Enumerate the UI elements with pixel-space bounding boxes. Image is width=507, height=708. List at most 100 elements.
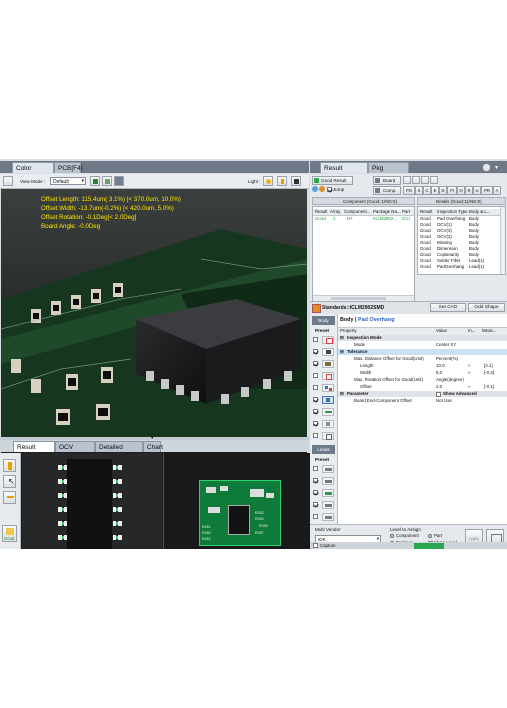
- filter-pi[interactable]: PI: [447, 186, 457, 195]
- property-value[interactable]: Angle(degree): [436, 377, 466, 383]
- tab-chart[interactable]: Chart: [143, 441, 163, 452]
- polarity-icon[interactable]: [322, 372, 334, 380]
- collapse-icon[interactable]: ⊟: [340, 335, 346, 341]
- property-row[interactable]: Board End-Component Offset Not Use: [338, 398, 507, 404]
- preset-checkbox[interactable]: [313, 421, 318, 426]
- filter-po[interactable]: PO: [403, 186, 415, 195]
- lead-checkbox[interactable]: [313, 514, 318, 519]
- ruler-icon[interactable]: [412, 176, 420, 184]
- filter-d[interactable]: D: [439, 186, 447, 195]
- details-table[interactable]: Result Inspection Type Body & L... Good P…: [417, 206, 506, 275]
- section-parameter[interactable]: ⊟ Parameter Show Advanced: [338, 391, 507, 397]
- preset-checkbox[interactable]: [313, 337, 318, 342]
- property-row[interactable]: Width 5.0» [-0.2]: [338, 370, 507, 376]
- tab-result-info[interactable]: Result Info[F5]: [320, 162, 368, 183]
- property-row[interactable]: Max. Rotation Offset for Good(Unit) Angle…: [338, 377, 507, 383]
- measure-tool-icon[interactable]: [3, 491, 16, 504]
- table-row[interactable]: Good PadOverhang Lead(1): [418, 264, 505, 270]
- tab-pkg-edit[interactable]: Pkg Edit[F5]: [368, 162, 409, 183]
- good-result-button[interactable]: Good Result: [312, 176, 353, 185]
- pointer-tool-icon[interactable]: ↖: [3, 475, 16, 488]
- odd-shape-button[interactable]: Odd Shape: [468, 303, 505, 312]
- section-inspection-mode[interactable]: ⊟ Inspection Mode: [338, 335, 507, 341]
- part-radio[interactable]: [428, 534, 432, 538]
- filter-o[interactable]: O: [457, 186, 465, 195]
- check-icon[interactable]: [403, 176, 411, 184]
- body-tab[interactable]: Body: [312, 316, 335, 325]
- 2d-view-icon[interactable]: [102, 176, 112, 186]
- breadcrumb-body[interactable]: Body: [340, 317, 353, 323]
- vertical-scrollbar[interactable]: [500, 207, 505, 274]
- filter-icon[interactable]: [421, 176, 429, 184]
- lead-tool-icon[interactable]: [322, 513, 334, 521]
- save-icon[interactable]: [291, 176, 301, 186]
- board-button[interactable]: Board: [373, 176, 401, 185]
- property-value[interactable]: Center XY: [436, 342, 466, 348]
- view-select-icon[interactable]: [3, 176, 13, 186]
- prev-icon[interactable]: [312, 186, 318, 192]
- missing-icon[interactable]: [322, 348, 334, 356]
- tab-detailed-result[interactable]: Detailed Result: [95, 441, 143, 462]
- pad-overhang-icon[interactable]: [322, 396, 334, 404]
- lead-checkbox[interactable]: [313, 502, 318, 507]
- table-row[interactable]: Good 1 N7 ICLM2902... ICLI: [313, 216, 414, 222]
- property-row[interactable]: Offset 2.0» [-0.1]: [338, 384, 507, 390]
- user-icon[interactable]: [482, 163, 491, 172]
- inspection-icon[interactable]: [322, 336, 334, 344]
- collapse-icon[interactable]: ⊟: [340, 391, 346, 397]
- lead-tool-icon[interactable]: [322, 501, 334, 509]
- jump-checkbox[interactable]: [327, 187, 332, 192]
- leads-tab[interactable]: Leads: [312, 445, 335, 454]
- board-view-icon[interactable]: [90, 176, 100, 186]
- preset-checkbox[interactable]: [313, 373, 318, 378]
- filter-a[interactable]: A: [493, 186, 501, 195]
- lead-tool-icon[interactable]: [322, 465, 334, 473]
- collapse-icon[interactable]: ⊟: [340, 349, 346, 355]
- filter-s[interactable]: S: [415, 186, 423, 195]
- property-value[interactable]: 2.0: [436, 384, 466, 390]
- filter-pr[interactable]: PR: [481, 186, 493, 195]
- property-value[interactable]: Percent(%): [436, 356, 466, 362]
- component-radio[interactable]: [390, 534, 394, 538]
- hand-tool-icon[interactable]: [3, 459, 16, 472]
- lead-tool-icon[interactable]: [322, 489, 334, 497]
- coplanarity-icon[interactable]: [322, 420, 334, 428]
- preset-checkbox[interactable]: [313, 361, 318, 366]
- property-value[interactable]: Not Use: [436, 398, 466, 404]
- capture-checkbox[interactable]: [313, 543, 318, 548]
- property-row[interactable]: Length 10.0» [3.1]: [338, 363, 507, 369]
- set-cad-button[interactable]: Set CAD: [430, 303, 466, 312]
- filter-r[interactable]: R: [465, 186, 473, 195]
- tab-pcb[interactable]: PCB[F4]: [54, 162, 83, 173]
- filter-e[interactable]: E: [431, 186, 439, 195]
- dropdown-arrow-icon[interactable]: ▾: [495, 164, 498, 171]
- preset-checkbox[interactable]: [313, 385, 318, 390]
- lead-checkbox[interactable]: [313, 490, 318, 495]
- tab-result-image[interactable]: Result Image: [13, 441, 55, 462]
- component-table[interactable]: Result Array Component... Package Na... …: [312, 206, 415, 302]
- breadcrumb-item[interactable]: Pad Overhang: [358, 317, 395, 323]
- property-row[interactable]: Mode Center XY: [338, 342, 507, 348]
- view-mode-select[interactable]: Default ▾: [50, 177, 86, 185]
- options-icon[interactable]: [430, 176, 438, 184]
- lead-checkbox[interactable]: [313, 478, 318, 483]
- 3d-view-icon[interactable]: [114, 176, 124, 186]
- lead-tool-icon[interactable]: [322, 477, 334, 485]
- filter-c[interactable]: C: [423, 186, 431, 195]
- scroll-thumb[interactable]: [331, 297, 386, 300]
- ocv-icon[interactable]: [322, 360, 334, 368]
- section-tolerance[interactable]: ⊟ Tolerance: [338, 349, 507, 355]
- property-row[interactable]: Max. Distance Offset for Good(Unit) Perce…: [338, 356, 507, 362]
- dimension-icon[interactable]: [322, 408, 334, 416]
- next-icon[interactable]: [319, 186, 325, 192]
- tab-color-3d[interactable]: Color 3D[F4]: [12, 162, 54, 183]
- tab-ocv-images[interactable]: OCV Images: [55, 441, 95, 462]
- lead-checkbox[interactable]: [313, 466, 318, 471]
- preset-checkbox[interactable]: [313, 397, 318, 402]
- property-value[interactable]: 5.0: [436, 370, 466, 376]
- filter-u[interactable]: U: [473, 186, 481, 195]
- foreign-material-icon[interactable]: [322, 384, 334, 392]
- show-advanced-checkbox[interactable]: [436, 391, 441, 397]
- light-mode-icon[interactable]: [277, 176, 287, 186]
- preset-checkbox[interactable]: [313, 409, 318, 414]
